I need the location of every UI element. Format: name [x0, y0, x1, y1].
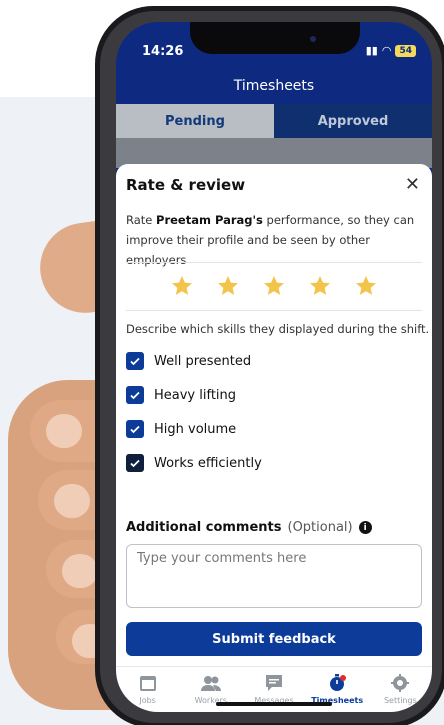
nav-item-jobs[interactable]: Jobs — [119, 674, 177, 705]
home-indicator[interactable] — [216, 702, 332, 706]
star-icon[interactable] — [308, 274, 332, 298]
submit-feedback-button[interactable]: Submit feedback — [126, 622, 422, 656]
status-time: 14:26 — [142, 44, 184, 59]
battery-icon: 54 — [395, 44, 416, 57]
skills-prompt: Describe which skills they displayed dur… — [126, 322, 430, 336]
fingernail — [46, 414, 82, 448]
phone-screen: 14:26 ▮▮ ◠ 54 Timesheets Pending Approve… — [116, 22, 432, 712]
nav-label: Settings — [383, 696, 417, 705]
skill-row[interactable]: Heavy lifting — [126, 386, 236, 404]
message-icon — [265, 675, 282, 691]
skill-row[interactable]: Works efficiently — [126, 454, 262, 472]
star-icon[interactable] — [170, 274, 194, 298]
star-icon[interactable] — [354, 274, 378, 298]
skill-row[interactable]: High volume — [126, 420, 236, 438]
signal-icon: ▮▮ — [365, 44, 378, 57]
stopwatch-icon — [330, 674, 347, 691]
comments-label: Additional comments — [126, 520, 282, 535]
tab-pending[interactable]: Pending — [116, 104, 274, 138]
rating-description: Rate Preetam Parag's performance, so the… — [126, 210, 422, 270]
star-icon[interactable] — [262, 274, 286, 298]
nav-item-timesheets[interactable]: Timesheets — [308, 674, 366, 705]
camera-icon — [310, 36, 316, 42]
nav-item-messages[interactable]: Messages — [245, 674, 303, 705]
tab-approved[interactable]: Approved — [274, 104, 432, 138]
star-icon[interactable] — [216, 274, 240, 298]
comments-input[interactable] — [126, 544, 422, 608]
tab-bar: Pending Approved — [116, 104, 432, 138]
description-prefix: Rate — [126, 213, 157, 227]
info-icon[interactable]: i — [358, 521, 372, 534]
gear-icon — [391, 674, 410, 692]
star-rating — [116, 274, 432, 298]
close-icon[interactable]: ✕ — [405, 174, 420, 195]
rate-review-sheet: Rate & review ✕ Rate Preetam Parag's per… — [116, 164, 432, 712]
status-icons: ▮▮ ◠ 54 — [366, 44, 416, 57]
optional-label: (Optional) — [287, 520, 353, 535]
page-title: Timesheets — [233, 78, 315, 94]
divider — [126, 310, 422, 311]
skill-label: Well presented — [154, 353, 252, 369]
comments-heading: Additional comments (Optional) i — [126, 520, 372, 535]
skill-label: Heavy lifting — [154, 387, 237, 403]
wifi-icon: ◠ — [381, 44, 392, 57]
phone-notch — [190, 22, 360, 54]
fingernail — [62, 554, 98, 588]
nav-item-settings[interactable]: Settings — [371, 674, 429, 705]
worker-name: Preetam Parag's — [156, 213, 263, 227]
users-icon — [200, 676, 221, 691]
checkbox-checked-icon[interactable] — [126, 352, 144, 370]
fingernail — [54, 484, 90, 518]
checkbox-checked-icon[interactable] — [126, 420, 144, 438]
sheet-title: Rate & review — [126, 176, 246, 194]
nav-item-workers[interactable]: Workers — [182, 674, 240, 705]
nav-label: Jobs — [139, 696, 156, 705]
skill-label: High volume — [154, 421, 237, 437]
skill-row[interactable]: Well presented — [126, 352, 251, 370]
skill-label: Works efficiently — [154, 455, 262, 471]
calendar-icon — [139, 676, 156, 691]
checkbox-checked-icon[interactable] — [126, 454, 144, 472]
divider — [126, 262, 422, 263]
checkbox-checked-icon[interactable] — [126, 386, 144, 404]
